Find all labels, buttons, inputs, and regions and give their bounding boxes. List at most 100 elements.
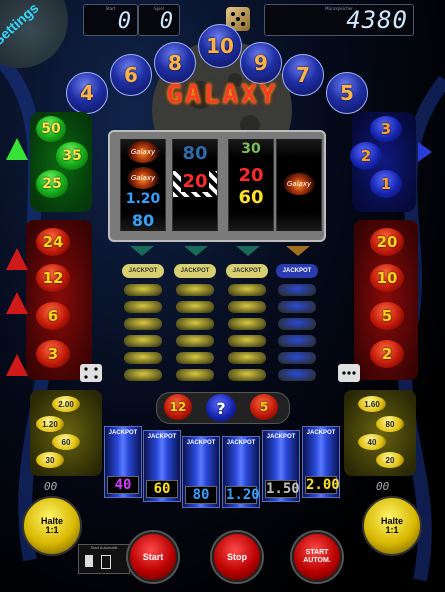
- settings-label: Settings: [0, 0, 42, 49]
- reel-1-galaxy-top: Galaxy: [127, 141, 159, 163]
- payout-label: 1.60: [364, 399, 380, 409]
- ladder-oval: [176, 284, 214, 296]
- risk-ball-label: 12: [169, 400, 187, 414]
- jackpot-pill-label: JACKPOT: [180, 268, 210, 274]
- red-ball-20: 20: [370, 228, 404, 256]
- tube-value: 2.00: [305, 476, 340, 494]
- arc-ball-label: 10: [206, 34, 234, 58]
- reel-1-80: 80: [131, 211, 155, 230]
- risk-ball-question: ?: [206, 394, 236, 422]
- jackpot-pill-3: JACKPOT: [226, 264, 268, 278]
- jackpot-pill-label: JACKPOT: [128, 268, 158, 274]
- tube-value: 1.20: [225, 486, 260, 504]
- left-payout-60: 60: [52, 434, 80, 450]
- start-counter-value: 0: [117, 9, 132, 34]
- payout-label: 30: [45, 455, 55, 465]
- ladder-oval: [228, 301, 266, 313]
- jackpot-tube-1: JACKPOT 40: [104, 426, 142, 498]
- left-hold-label: Halte 1:1: [40, 516, 63, 535]
- payout-label: 60: [61, 437, 71, 447]
- blue-ball-label: 2: [360, 147, 372, 165]
- ladder-oval: [228, 352, 266, 364]
- arc-ball-label: 4: [80, 81, 94, 105]
- ladder-oval: [228, 284, 266, 296]
- left-dice-icon[interactable]: [80, 364, 102, 382]
- auto-panel-switch-icon[interactable]: [85, 555, 93, 567]
- green-ball-label: 50: [41, 121, 61, 137]
- green-ball-35: 35: [56, 142, 88, 170]
- red-ball-label: 2: [381, 345, 393, 363]
- arc-ball-8: 8: [154, 42, 196, 84]
- auto-panel-label: Start Automatik: [90, 545, 118, 550]
- red-ball-label: 10: [376, 269, 398, 287]
- green-up-arrow-icon: [6, 138, 28, 160]
- payout-label: 1.20: [42, 419, 58, 429]
- blue-ball-label: 3: [380, 120, 392, 138]
- ladder-oval: [278, 301, 316, 313]
- auto-panel[interactable]: Start Automatik: [78, 544, 130, 574]
- right-hold-label: Halte 1:1: [380, 516, 403, 535]
- right-small-count: 00: [376, 480, 390, 493]
- ladder-oval: [124, 352, 162, 364]
- reel-1-marker-icon: [130, 246, 154, 256]
- red-ball-5: 5: [370, 302, 404, 330]
- risk-ball-label: 5: [259, 400, 269, 414]
- ladder-oval: [124, 335, 162, 347]
- jackpot-pill-label: JACKPOT: [232, 268, 262, 274]
- reel-1-galaxy-mid: Galaxy: [127, 167, 159, 189]
- red-ball-label: 3: [47, 345, 59, 363]
- reel-3-30: 30: [241, 141, 261, 157]
- arc-ball-label: 6: [124, 63, 138, 87]
- stop-button[interactable]: Stop: [212, 532, 262, 582]
- start-counter: Start 0: [83, 4, 138, 36]
- jackpot-pill-label: JACKPOT: [282, 268, 312, 274]
- reel-4-galaxy: Galaxy: [283, 173, 315, 195]
- payout-label: 20: [385, 455, 395, 465]
- reel-3-60: 60: [238, 187, 264, 208]
- jackpot-pill-4: JACKPOT: [276, 264, 318, 278]
- reel-1-120: 1.20: [125, 191, 161, 207]
- ladder-oval: [278, 284, 316, 296]
- payout-label: 40: [367, 437, 377, 447]
- red-ball-3: 3: [36, 340, 70, 368]
- payout-label: 2.00: [58, 399, 74, 409]
- arc-ball-label: 9: [254, 51, 268, 75]
- jackpot-pill-2: JACKPOT: [174, 264, 216, 278]
- blue-ball-2: 2: [350, 142, 382, 170]
- left-small-count: 00: [44, 480, 58, 493]
- ladder-oval: [124, 301, 162, 313]
- reel-symbol-label: Galaxy: [130, 148, 156, 156]
- right-payout-20: 20: [376, 452, 404, 468]
- start-auto-button[interactable]: START AUTOM.: [292, 532, 342, 582]
- right-hold-button[interactable]: Halte 1:1: [362, 496, 422, 556]
- reel-3-20: 20: [238, 165, 264, 186]
- reel-4: Galaxy: [276, 139, 322, 231]
- start-button[interactable]: Start: [128, 532, 178, 582]
- arc-ball-5: 5: [326, 72, 368, 114]
- stop-button-label: Stop: [227, 552, 247, 562]
- red-left-arrow-2-icon: [6, 292, 28, 314]
- auto-panel-switch-2-icon[interactable]: [101, 555, 111, 569]
- credit-value: 4380: [346, 6, 408, 34]
- blue-ball-label: 1: [380, 175, 392, 193]
- green-ball-25: 25: [36, 170, 68, 198]
- right-dice-icon[interactable]: [338, 364, 360, 382]
- ladder-oval: [278, 318, 316, 330]
- tube-label: JACKPOT: [147, 434, 177, 440]
- start-auto-button-label: START AUTOM.: [303, 549, 331, 564]
- red-ball-label: 5: [381, 307, 393, 325]
- left-payout-30: 30: [36, 452, 64, 468]
- ladder-oval: [176, 335, 214, 347]
- reel-3: 30 20 60: [228, 139, 274, 231]
- reel-3-marker-icon: [236, 246, 260, 256]
- arc-ball-6: 6: [110, 54, 152, 96]
- payout-label: 80: [385, 419, 395, 429]
- green-ball-label: 25: [42, 176, 62, 192]
- start-button-label: Start: [142, 552, 164, 562]
- reel-1: Galaxy Galaxy 1.20 80: [120, 139, 166, 231]
- ladder-oval: [278, 369, 316, 381]
- left-hold-button[interactable]: Halte 1:1: [22, 496, 82, 556]
- tube-label: JACKPOT: [226, 440, 256, 446]
- reel-symbol-label: Galaxy: [286, 180, 312, 188]
- red-ball-10: 10: [370, 264, 404, 292]
